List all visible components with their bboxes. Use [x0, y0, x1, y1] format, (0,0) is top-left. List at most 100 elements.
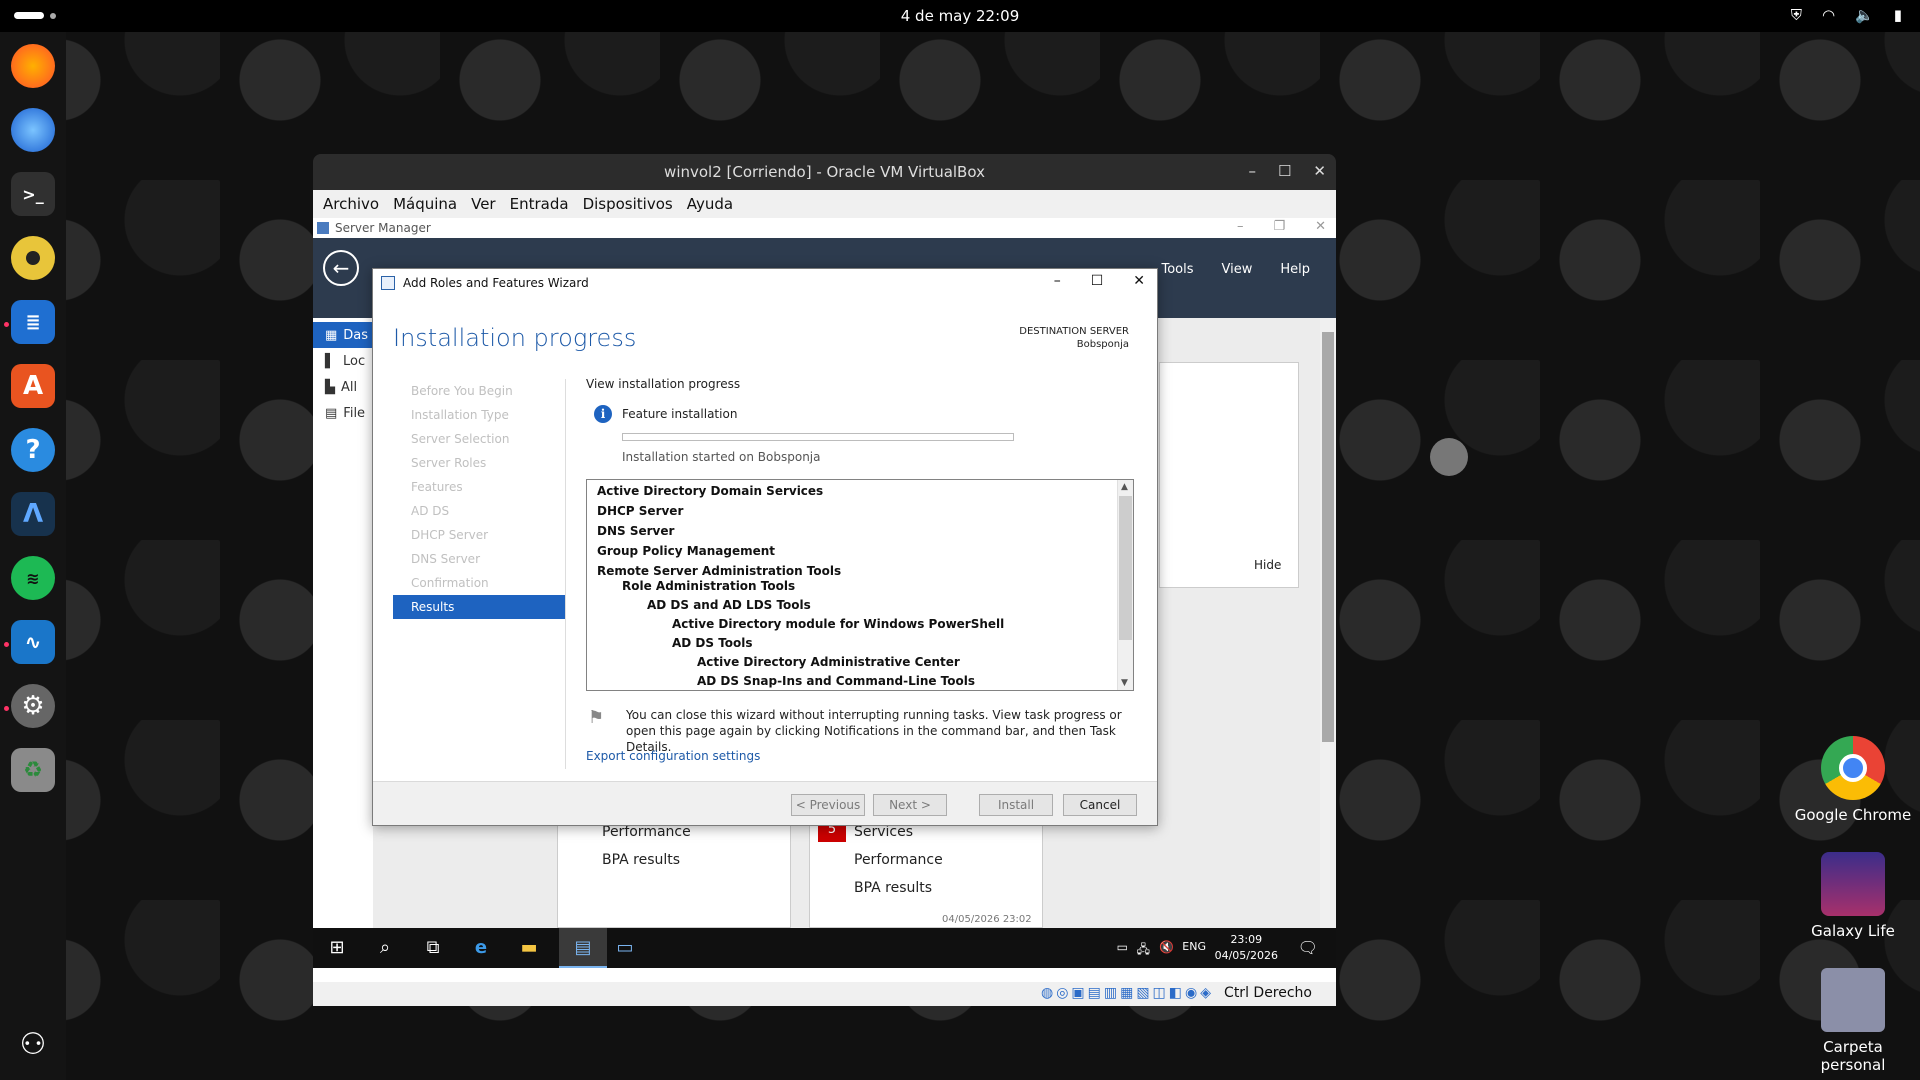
- wizard-title: Add Roles and Features Wizard: [403, 276, 589, 290]
- step-results[interactable]: Results: [393, 595, 565, 619]
- internet-explorer-icon[interactable]: e: [469, 936, 493, 960]
- scrollbar-thumb[interactable]: [1119, 496, 1132, 640]
- network-icon[interactable]: 🖧: [1137, 940, 1150, 961]
- results-list[interactable]: Active Directory Domain Services DHCP Ser…: [586, 479, 1134, 691]
- language-indicator[interactable]: ENG: [1182, 940, 1206, 953]
- menu-ayuda[interactable]: Ayuda: [687, 195, 733, 213]
- menu-entrada[interactable]: Entrada: [510, 195, 569, 213]
- taskbar-date: 04/05/2026: [1214, 949, 1278, 962]
- menu-dispositivos[interactable]: Dispositivos: [583, 195, 673, 213]
- scroll-down-icon[interactable]: ▼: [1121, 678, 1128, 688]
- tile-item-bpa-results[interactable]: BPA results: [854, 880, 932, 896]
- next-button[interactable]: Next >: [873, 794, 947, 816]
- nav-all-servers[interactable]: ▙ All: [313, 374, 373, 400]
- vbox-device-icons[interactable]: ◍◎▣▤▥▦▧◫◧◉◈: [1041, 985, 1214, 1001]
- nav-local-server[interactable]: ▌ Loc: [313, 348, 373, 374]
- app-center-icon[interactable]: A: [11, 364, 55, 408]
- virtualbox-title-bar[interactable]: winvol2 [Corriendo] - Oracle VM VirtualB…: [313, 154, 1336, 190]
- help-icon[interactable]: ?: [11, 428, 55, 472]
- desktop-icon-galaxy-life[interactable]: Galaxy Life: [1793, 852, 1913, 940]
- hide-link[interactable]: Hide: [1254, 558, 1281, 572]
- scrollbar-thumb[interactable]: [1322, 332, 1334, 742]
- virtualbox-status-bar: ◍◎▣▤▥▦▧◫◧◉◈ Ctrl Derecho: [313, 982, 1336, 1006]
- export-configuration-link[interactable]: Export configuration settings: [586, 749, 760, 763]
- system-monitor-icon[interactable]: ∿: [11, 620, 55, 664]
- wizard-icon: [381, 276, 395, 290]
- task-view-icon[interactable]: ⧉: [421, 936, 445, 960]
- close-notice-text: You can close this wizard without interr…: [626, 708, 1122, 754]
- tile-item-bpa-results[interactable]: BPA results: [602, 852, 680, 868]
- back-arrow-icon[interactable]: ←: [323, 250, 359, 286]
- system-tray[interactable]: ⛨ ◠ 🔈 ▮: [1791, 6, 1902, 24]
- close-icon[interactable]: ✕: [1313, 162, 1326, 180]
- workspace-dot: [50, 12, 56, 19]
- nav-label: Loc: [343, 353, 366, 369]
- menu-help[interactable]: Help: [1280, 262, 1310, 277]
- desktop-icon-chrome[interactable]: Google Chrome: [1793, 736, 1913, 824]
- wizard-title-bar[interactable]: Add Roles and Features Wizard – ☐ ✕: [373, 269, 1157, 297]
- minimize-icon[interactable]: –: [1054, 273, 1061, 289]
- file-explorer-icon[interactable]: ▬: [517, 936, 541, 960]
- notification-flag-icon: ⚑: [588, 707, 605, 728]
- menu-maquina[interactable]: Máquina: [393, 195, 457, 213]
- terminal-icon[interactable]: >_: [11, 172, 55, 216]
- server-manager-title-bar[interactable]: Server Manager – ❐ ✕: [313, 218, 1336, 238]
- close-icon[interactable]: ✕: [1133, 273, 1145, 289]
- wizard-taskbar-icon[interactable]: ▭: [613, 936, 637, 960]
- workspace-indicator: [14, 12, 44, 19]
- dashboard-icon: ▦: [325, 327, 338, 343]
- nav-file-storage[interactable]: ▤ File: [313, 400, 373, 426]
- destination-name: Bobsponja: [1076, 339, 1129, 350]
- thunderbird-icon[interactable]: [11, 108, 55, 152]
- minimize-icon[interactable]: –: [1237, 219, 1244, 234]
- menu-tools[interactable]: Tools: [1161, 262, 1193, 277]
- destination-label: DESTINATION SERVER: [1019, 326, 1129, 337]
- clock[interactable]: 4 de may 22:09: [901, 7, 1020, 25]
- server-manager-title: Server Manager: [335, 221, 431, 235]
- tile-item-performance[interactable]: Performance: [602, 824, 691, 840]
- scroll-up-icon[interactable]: ▲: [1121, 482, 1128, 492]
- taskbar-active-app[interactable]: ▤: [559, 928, 607, 968]
- feature-installation-label: Feature installation: [622, 407, 738, 421]
- show-apps-icon[interactable]: ⚇: [11, 1022, 55, 1066]
- activities-button[interactable]: [14, 12, 56, 19]
- maximize-icon[interactable]: ☐: [1091, 273, 1104, 289]
- settings-icon[interactable]: ⚙: [11, 684, 55, 728]
- cancel-button[interactable]: Cancel: [1063, 794, 1137, 816]
- trash-icon[interactable]: ♻: [11, 748, 55, 792]
- server-group-tile-right: 5 Services Performance BPA results 04/05…: [809, 818, 1043, 928]
- desktop-icon-home-folder[interactable]: Carpeta personal: [1793, 968, 1913, 1074]
- restore-icon[interactable]: ❐: [1273, 219, 1285, 234]
- battery-icon[interactable]: ▭: [1117, 940, 1128, 954]
- nav-dashboard[interactable]: ▦ Das: [313, 322, 373, 348]
- windows-start-icon[interactable]: ⊞: [325, 936, 349, 960]
- menu-ver[interactable]: Ver: [471, 195, 496, 213]
- search-icon[interactable]: ⌕: [373, 936, 397, 960]
- minimize-icon[interactable]: –: [1248, 162, 1256, 180]
- anydesk-icon[interactable]: Λ: [11, 492, 55, 536]
- wizard-content: View installation progress i Feature ins…: [586, 377, 1134, 763]
- maximize-icon[interactable]: ☐: [1278, 162, 1291, 180]
- menu-archivo[interactable]: Archivo: [323, 195, 379, 213]
- install-button[interactable]: Install: [979, 794, 1053, 816]
- dock: >_ ≣ A ? Λ ≋ ∿ ⚙ ♻ ⚇: [0, 32, 66, 1080]
- tile-item-performance[interactable]: Performance: [854, 852, 943, 868]
- spotify-icon[interactable]: ≋: [11, 556, 55, 600]
- rhythmbox-icon[interactable]: [11, 236, 55, 280]
- close-icon[interactable]: ✕: [1315, 219, 1326, 234]
- writer-icon[interactable]: ≣: [11, 300, 55, 344]
- taskbar-clock[interactable]: 23:09 04/05/2026: [1215, 932, 1278, 964]
- menu-view[interactable]: View: [1222, 262, 1253, 277]
- add-roles-wizard[interactable]: Add Roles and Features Wizard – ☐ ✕ Inst…: [372, 268, 1158, 826]
- muted-volume-icon[interactable]: 🔇: [1159, 940, 1174, 954]
- server-manager-scrollbar[interactable]: [1320, 318, 1336, 928]
- previous-button[interactable]: < Previous: [791, 794, 865, 816]
- view-progress-label: View installation progress: [586, 377, 741, 391]
- tile-item-services[interactable]: Services: [854, 824, 913, 840]
- running-indicator: [4, 322, 9, 327]
- notifications-icon[interactable]: 🗨: [1298, 938, 1318, 957]
- step-ad-ds: AD DS: [411, 504, 450, 518]
- firefox-icon[interactable]: [11, 44, 55, 88]
- result-item: Active Directory module for Windows Powe…: [672, 617, 1005, 631]
- results-scrollbar[interactable]: ▲ ▼: [1117, 480, 1133, 690]
